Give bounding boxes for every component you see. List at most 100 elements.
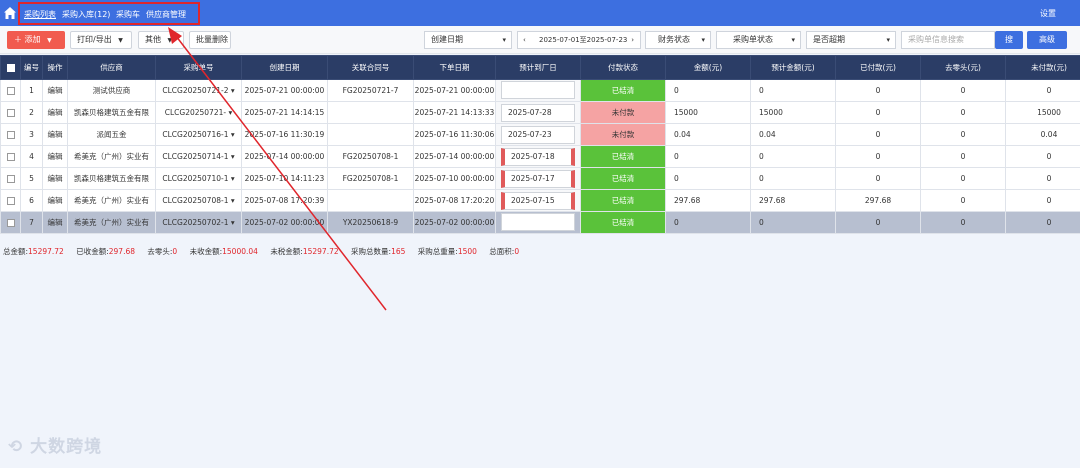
row-checkbox[interactable] bbox=[6, 219, 15, 227]
cell-paid[interactable]: 297.68 bbox=[835, 189, 921, 212]
row-checkbox-cell[interactable] bbox=[0, 145, 21, 168]
column-header: 已付款(元) bbox=[835, 55, 921, 80]
caret-down-icon[interactable]: ▾ bbox=[231, 86, 235, 95]
nav-tab-purchase-list[interactable]: 采购列表 bbox=[24, 9, 56, 20]
caret-down-icon[interactable]: ▾ bbox=[228, 108, 232, 117]
row-checkbox[interactable] bbox=[6, 131, 15, 139]
date-range-picker[interactable]: ‹ 2025-07-01至2025-07-23 › bbox=[517, 31, 641, 49]
edit-link[interactable]: 编辑 bbox=[42, 123, 68, 146]
row-checkbox-cell[interactable] bbox=[0, 79, 21, 102]
row-checkbox-cell[interactable] bbox=[0, 189, 21, 212]
eta-input[interactable]: 2025-07-28 bbox=[501, 103, 575, 122]
eta-cell[interactable] bbox=[495, 211, 581, 234]
cell-order-no[interactable]: CLCG20250721-2 ▾ bbox=[155, 79, 242, 102]
cell-round[interactable]: 0 bbox=[920, 101, 1006, 124]
row-checkbox-cell[interactable] bbox=[0, 101, 21, 124]
eta-input[interactable] bbox=[501, 80, 575, 99]
row-checkbox[interactable] bbox=[6, 175, 15, 183]
overdue-select[interactable]: 是否超期 ▾ bbox=[806, 31, 896, 49]
cell-unpaid[interactable]: 15000 bbox=[1005, 101, 1080, 124]
nav-tab-supplier-management[interactable]: 供应商管理 bbox=[146, 9, 186, 20]
print-export-button[interactable]: 打印/导出 ▼ bbox=[70, 31, 132, 49]
date-type-select[interactable]: 创建日期 ▾ bbox=[424, 31, 512, 49]
cell-paid[interactable]: 0 bbox=[835, 211, 921, 234]
eta-input[interactable]: 2025-07-17 bbox=[501, 169, 575, 188]
cell-unpaid[interactable]: 0 bbox=[1005, 189, 1080, 212]
table-row[interactable]: 1 编辑 测试供应商 CLCG20250721-2 ▾ 2025-07-21 00:00… bbox=[0, 79, 1080, 102]
row-checkbox-cell[interactable] bbox=[0, 167, 21, 190]
caret-down-icon[interactable]: ▾ bbox=[231, 218, 235, 227]
cell-order-no[interactable]: CLCG20250708-1 ▾ bbox=[155, 189, 242, 212]
row-checkbox[interactable] bbox=[6, 87, 15, 95]
batch-delete-button[interactable]: 批量删除 bbox=[189, 31, 231, 49]
eta-input[interactable]: 2025-07-15 bbox=[501, 191, 575, 210]
cell-round[interactable]: 0 bbox=[920, 189, 1006, 212]
caret-down-icon[interactable]: ▾ bbox=[231, 196, 235, 205]
row-checkbox-cell[interactable] bbox=[0, 123, 21, 146]
edit-link[interactable]: 编辑 bbox=[42, 167, 68, 190]
eta-input[interactable] bbox=[501, 212, 575, 231]
eta-cell[interactable] bbox=[495, 79, 581, 102]
other-button[interactable]: 其他 ▼ bbox=[138, 31, 184, 49]
eta-cell[interactable]: 2025-07-17 bbox=[495, 167, 581, 190]
table-row[interactable]: 4 编辑 希美克（广州）实业有 CLCG20250714-1 ▾ 2025-07-14 … bbox=[0, 145, 1080, 168]
select-all-checkbox[interactable] bbox=[6, 64, 15, 72]
edit-link[interactable]: 编辑 bbox=[42, 79, 68, 102]
eta-cell[interactable]: 2025-07-15 bbox=[495, 189, 581, 212]
settings-link[interactable]: 设置 bbox=[1040, 8, 1056, 19]
select-all-cell[interactable] bbox=[0, 55, 21, 80]
cell-unpaid[interactable]: 0 bbox=[1005, 145, 1080, 168]
edit-link[interactable]: 编辑 bbox=[42, 211, 68, 234]
caret-down-icon[interactable]: ▾ bbox=[231, 152, 235, 161]
purchase-status-select[interactable]: 采购单状态 ▾ bbox=[716, 31, 801, 49]
edit-link[interactable]: 编辑 bbox=[42, 145, 68, 168]
cell-paid[interactable]: 0 bbox=[835, 123, 921, 146]
eta-cell[interactable]: 2025-07-18 bbox=[495, 145, 581, 168]
cell-order-no[interactable]: CLCG20250714-1 ▾ bbox=[155, 145, 242, 168]
advanced-search-button[interactable]: 高级 bbox=[1027, 31, 1067, 49]
cell-paid[interactable]: 0 bbox=[835, 145, 921, 168]
home-icon[interactable] bbox=[3, 6, 17, 20]
finance-status-select[interactable]: 财务状态 ▾ bbox=[645, 31, 711, 49]
eta-cell[interactable]: 2025-07-28 bbox=[495, 101, 581, 124]
table-row[interactable]: 6 编辑 希美克（广州）实业有 CLCG20250708-1 ▾ 2025-07-08 … bbox=[0, 189, 1080, 212]
eta-input[interactable]: 2025-07-23 bbox=[501, 125, 575, 144]
cell-unpaid[interactable]: 0 bbox=[1005, 79, 1080, 102]
search-button[interactable]: 搜 bbox=[995, 31, 1023, 49]
cell-order-no[interactable]: CLCG20250716-1 ▾ bbox=[155, 123, 242, 146]
cell-round[interactable]: 0 bbox=[920, 145, 1006, 168]
eta-input[interactable]: 2025-07-18 bbox=[501, 147, 575, 166]
cell-round[interactable]: 0 bbox=[920, 79, 1006, 102]
table-row[interactable]: 5 编辑 凯森贝格建筑五金有限 CLCG20250710-1 ▾ 2025-07-10 … bbox=[0, 167, 1080, 190]
table-row[interactable]: 3 编辑 派闻五金 CLCG20250716-1 ▾ 2025-07-16 11:30:… bbox=[0, 123, 1080, 146]
cell-order-no[interactable]: CLCG20250702-1 ▾ bbox=[155, 211, 242, 234]
cell-round[interactable]: 0 bbox=[920, 123, 1006, 146]
edit-link[interactable]: 编辑 bbox=[42, 101, 68, 124]
add-button[interactable]: ＋ 添加 ▼ bbox=[7, 31, 65, 49]
cell-round[interactable]: 0 bbox=[920, 211, 1006, 234]
nav-tab-purchase-cart[interactable]: 采购车 bbox=[116, 9, 140, 20]
row-checkbox[interactable] bbox=[6, 109, 15, 117]
row-checkbox[interactable] bbox=[6, 197, 15, 205]
caret-down-icon[interactable]: ▾ bbox=[231, 174, 235, 183]
row-checkbox[interactable] bbox=[6, 153, 15, 161]
cell-paid[interactable]: 0 bbox=[835, 167, 921, 190]
cell-unpaid[interactable]: 0 bbox=[1005, 211, 1080, 234]
nav-tab-purchase-inbound[interactable]: 采购入库(12) bbox=[62, 9, 110, 20]
cell-unpaid[interactable]: 0.04 bbox=[1005, 123, 1080, 146]
cell-paid[interactable]: 0 bbox=[835, 79, 921, 102]
search-input[interactable]: 采购单信息搜索 bbox=[901, 31, 995, 49]
caret-down-icon[interactable]: ▾ bbox=[231, 130, 235, 139]
chevron-left-icon[interactable]: ‹ bbox=[523, 32, 526, 48]
table-row[interactable]: 2 编辑 凯森贝格建筑五金有限 CLCG20250721- ▾ 2025-07-21 1… bbox=[0, 101, 1080, 124]
cell-unpaid[interactable]: 0 bbox=[1005, 167, 1080, 190]
cell-paid[interactable]: 0 bbox=[835, 101, 921, 124]
edit-link[interactable]: 编辑 bbox=[42, 189, 68, 212]
cell-round[interactable]: 0 bbox=[920, 167, 1006, 190]
chevron-right-icon[interactable]: › bbox=[631, 32, 634, 48]
cell-order-no[interactable]: CLCG20250710-1 ▾ bbox=[155, 167, 242, 190]
cell-order-no[interactable]: CLCG20250721- ▾ bbox=[155, 101, 242, 124]
eta-cell[interactable]: 2025-07-23 bbox=[495, 123, 581, 146]
table-row[interactable]: 7 编辑 希美克（广州）实业有 CLCG20250702-1 ▾ 2025-07-02 … bbox=[0, 211, 1080, 234]
row-checkbox-cell[interactable] bbox=[0, 211, 21, 234]
